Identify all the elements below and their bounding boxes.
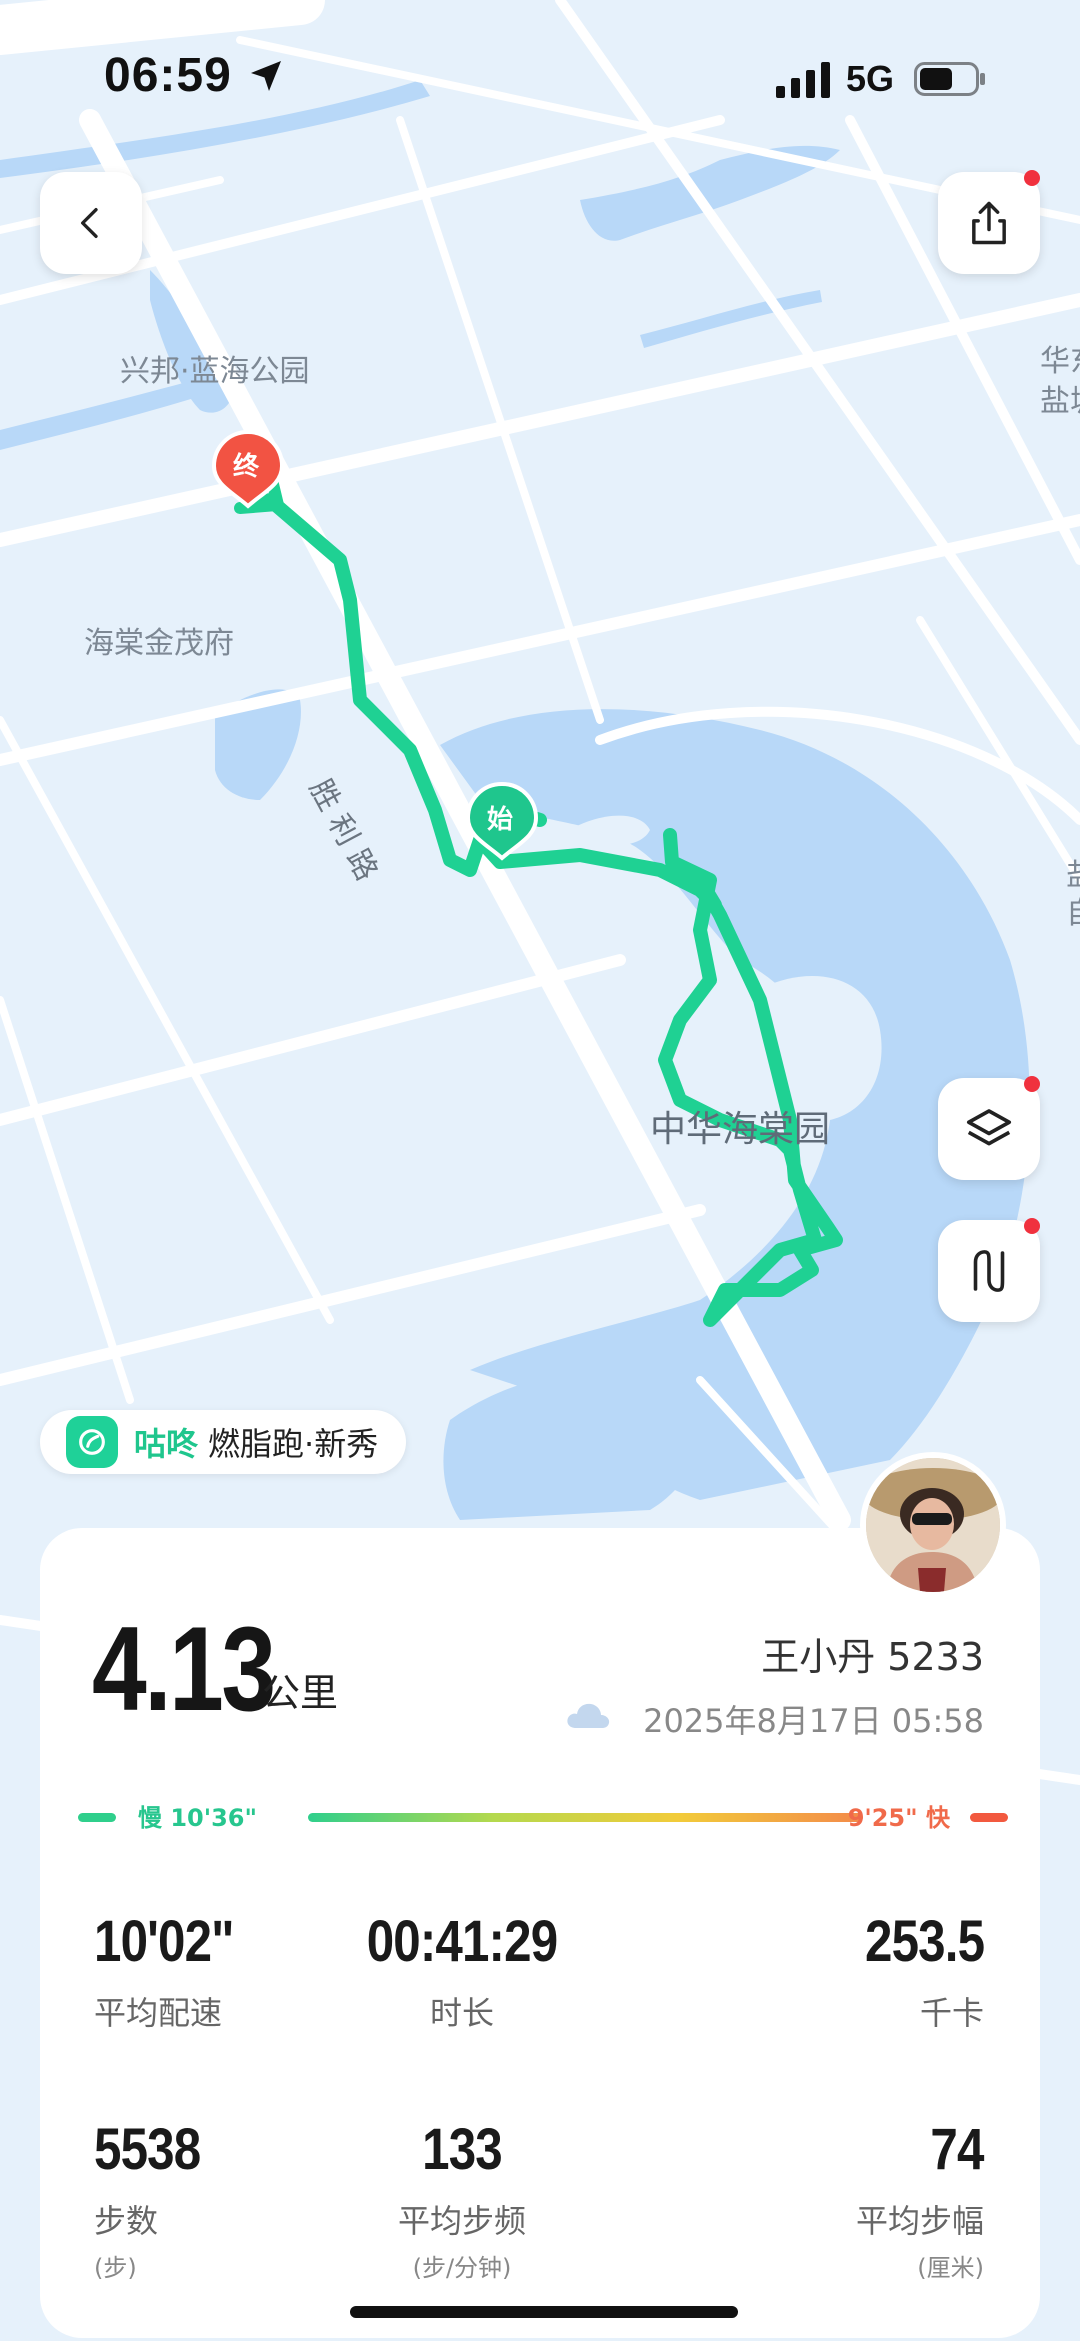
share-button[interactable] (938, 172, 1040, 274)
brand-badge: 咕咚 燃脂跑·新秀 (40, 1410, 407, 1474)
map-label-garden: 中华海棠园 (650, 1109, 831, 1150)
stat-calories-value: 253.5 (864, 1909, 985, 1974)
stat-avg-pace-label: 平均配速 (94, 1994, 223, 2032)
route-icon (973, 1250, 1005, 1292)
distance-unit: 公里 (262, 1671, 339, 1715)
summary-card: 4.13 公里 王小丹 5233 2025年8月17日 05:58 慢 10'3… (40, 1528, 1040, 2338)
run-datetime: 2025年8月17日 05:58 (643, 1702, 984, 1740)
stat-calories-label: 千卡 (919, 1994, 984, 2032)
status-bar: 06:59 5G (0, 0, 1080, 160)
start-marker-label: 始 (487, 805, 514, 835)
map-layers-button[interactable] (938, 1078, 1040, 1180)
stat-cadence-unit: (步/分钟) (412, 2254, 512, 2282)
avatar[interactable] (860, 1452, 1006, 1598)
status-time: 06:59 (104, 49, 232, 102)
fast-pace-label: 9'25" 快 (847, 1804, 950, 1832)
brand-tag: 燃脂跑·新秀 (208, 1425, 379, 1463)
layers-icon (966, 1109, 1012, 1146)
stat-stride-label: 平均步幅 (855, 2202, 984, 2240)
fast-pace-marker (970, 1813, 1008, 1822)
avatar-photo (866, 1458, 1000, 1592)
back-icon (81, 208, 98, 238)
signal-icon (776, 62, 830, 98)
share-icon (972, 201, 1006, 245)
back-button[interactable] (40, 172, 142, 274)
codoon-logo-icon (66, 1416, 118, 1468)
map-label-east: 华东 (1040, 344, 1080, 379)
pace-range-bar: 慢 10'36" 9'25" 快 (78, 1798, 1008, 1834)
map-label-park: 兴邦·蓝海公园 (120, 354, 310, 389)
route-style-button[interactable] (938, 1220, 1040, 1322)
layers-notification-dot (1024, 1076, 1040, 1092)
cloud-icon (567, 1703, 610, 1728)
map-label-zi: 自 (1066, 888, 1080, 932)
stat-duration-label: 时长 (429, 1994, 494, 2032)
stat-stride-unit: (厘米) (917, 2254, 984, 2282)
map-label-estate: 海棠金茂府 (84, 626, 234, 661)
slow-pace-label: 慢 10'36" (138, 1804, 258, 1832)
distance-value: 4.13 (92, 1602, 276, 1736)
brand-name: 咕咚 (134, 1425, 199, 1463)
network-type: 5G (846, 58, 895, 99)
stat-steps-value: 5538 (94, 2117, 201, 2182)
stat-steps-unit: (步) (94, 2254, 137, 2282)
slow-pace-marker (78, 1813, 116, 1822)
stat-steps-label: 步数 (94, 2202, 159, 2240)
home-indicator (350, 2306, 738, 2318)
battery-icon (914, 62, 985, 96)
pace-gradient (308, 1813, 863, 1822)
stat-stride-value: 74 (930, 2117, 985, 2182)
route-notification-dot (1024, 1218, 1040, 1234)
location-arrow-icon (251, 61, 281, 91)
map-label-yancheng: 盐城 (1040, 384, 1080, 419)
user-name: 王小丹 5233 (761, 1635, 984, 1679)
share-notification-dot (1024, 170, 1040, 186)
stat-avg-pace-value: 10'02" (94, 1909, 235, 1974)
stat-cadence-value: 133 (422, 2117, 503, 2182)
stat-cadence-label: 平均步频 (397, 2202, 526, 2240)
stat-duration-value: 00:41:29 (366, 1909, 558, 1974)
end-marker-label: 终 (233, 452, 260, 482)
